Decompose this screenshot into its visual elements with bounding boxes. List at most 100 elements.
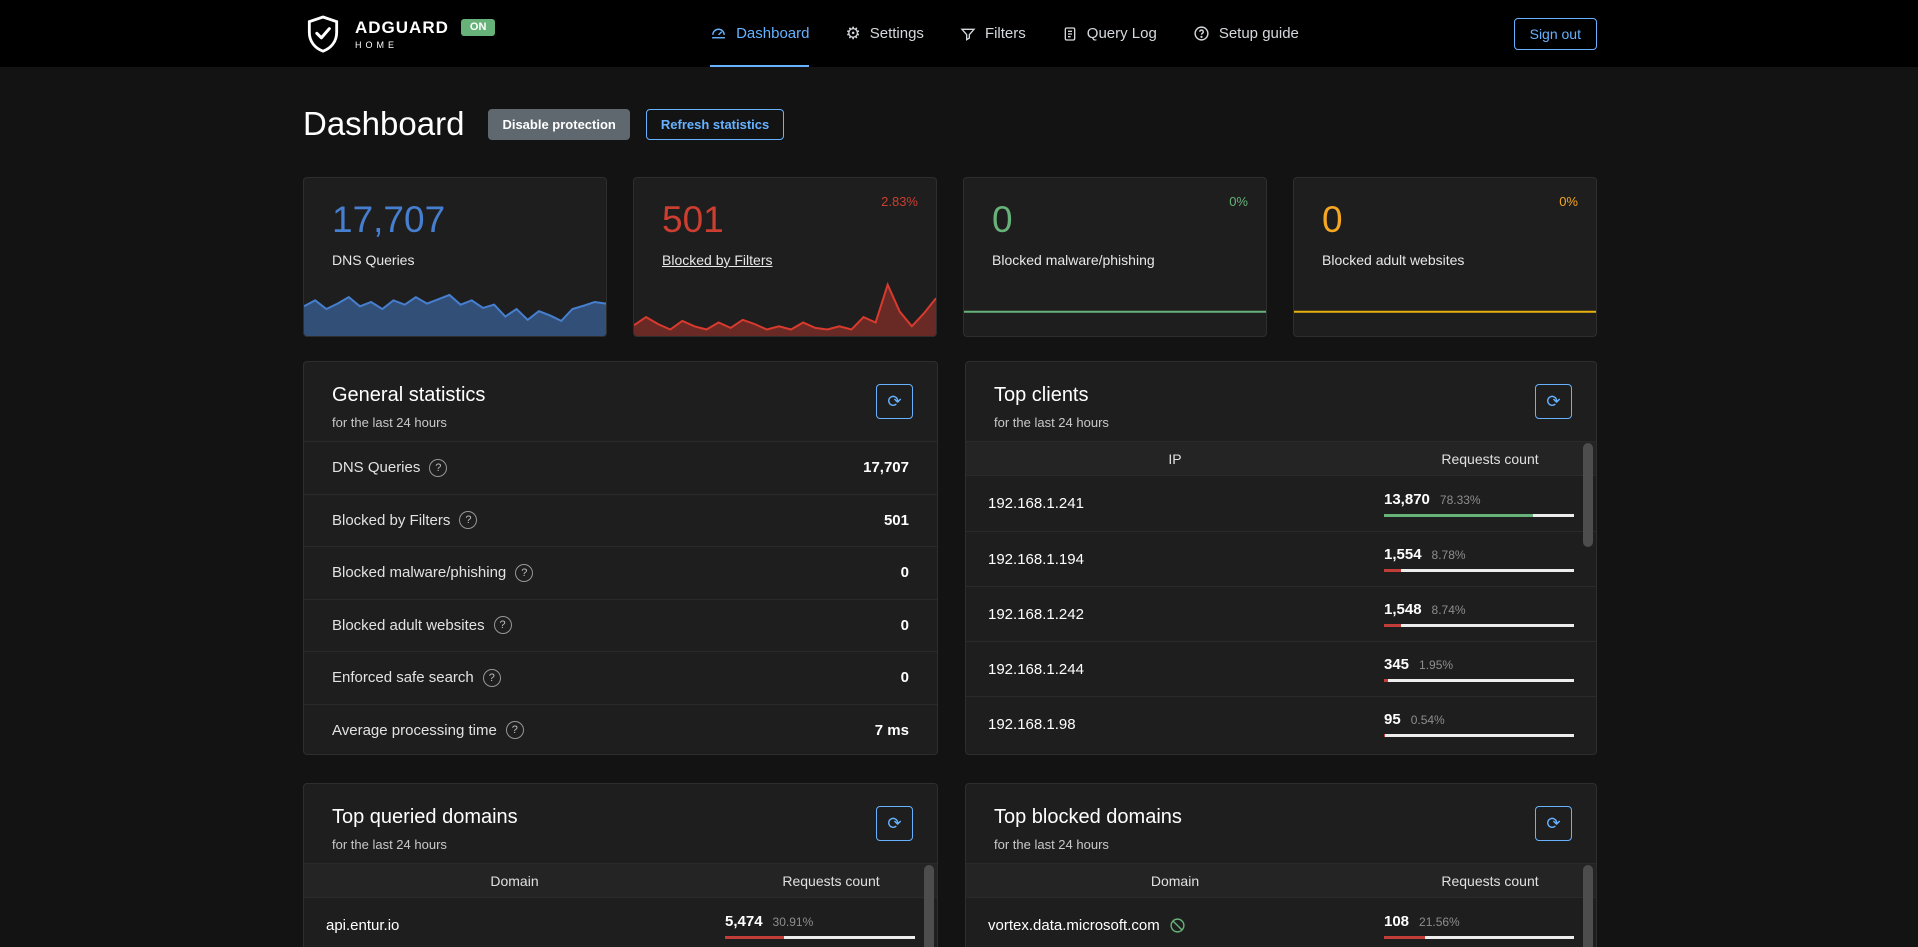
- stat-row: Blocked by Filters?501: [304, 494, 937, 547]
- stat-label: Blocked adult websites?: [332, 616, 512, 634]
- column-header-requests-count: Requests count: [725, 873, 937, 889]
- stat-row: Average processing time?7 ms: [304, 704, 937, 756]
- count-percent: 0.54%: [1411, 713, 1445, 727]
- document-icon: [1062, 26, 1078, 42]
- panel-title: Top clients: [994, 384, 1568, 407]
- nav-item-dashboard[interactable]: Dashboard: [710, 0, 809, 67]
- refresh-top-blocked-domains-button[interactable]: ⟳: [1535, 806, 1572, 841]
- nav-label: Dashboard: [736, 25, 809, 42]
- stat-value: 0: [901, 669, 909, 686]
- refresh-statistics-button[interactable]: Refresh statistics: [646, 109, 784, 140]
- count-value: 95: [1384, 711, 1401, 728]
- stat-card-blocked-adult-websites: 0%0Blocked adult websites: [1293, 177, 1597, 337]
- column-header-requests-count: Requests count: [1384, 873, 1596, 889]
- nav-item-query-log[interactable]: Query Log: [1062, 0, 1157, 67]
- help-icon[interactable]: ?: [459, 511, 477, 529]
- stat-card-blocked-malware-phishing: 0% 0 Blocked malware/phishing: [963, 177, 1267, 337]
- help-icon[interactable]: ?: [515, 564, 533, 582]
- progress-bar: [1384, 569, 1574, 572]
- help-icon[interactable]: ?: [494, 616, 512, 634]
- client-ip[interactable]: 192.168.1.241: [988, 495, 1384, 512]
- refresh-icon: ⟳: [1546, 392, 1560, 412]
- top-blocked-domains-panel: ⟳ Top blocked domains for the last 24 ho…: [965, 783, 1597, 947]
- refresh-general-statistics-button[interactable]: ⟳: [876, 384, 913, 419]
- panel-subtitle: for the last 24 hours: [994, 415, 1568, 430]
- requests-count-cell: 13,87078.33%: [1384, 491, 1574, 517]
- sign-out-button[interactable]: Sign out: [1514, 18, 1597, 50]
- scrollbar-thumb[interactable]: [1583, 443, 1593, 547]
- card-value: 0: [992, 200, 1013, 241]
- client-ip[interactable]: 192.168.1.244: [988, 661, 1384, 678]
- client-ip[interactable]: 192.168.1.98: [988, 716, 1384, 733]
- nav-item-filters[interactable]: Filters: [960, 0, 1026, 67]
- count-value: 108: [1384, 913, 1409, 930]
- table-header: Domain Requests count: [966, 863, 1596, 898]
- progress-bar: [1384, 624, 1574, 627]
- brand-subtitle: HOME: [355, 40, 495, 50]
- panel-title: Top blocked domains: [994, 806, 1568, 829]
- general-stats-rows: DNS Queries?17,707Blocked by Filters?501…: [304, 441, 937, 755]
- card-value: 501: [662, 200, 724, 241]
- domain-name[interactable]: vortex.data.microsoft.com: [988, 917, 1384, 934]
- card-label: Blocked malware/phishing: [992, 252, 1155, 268]
- scrollbar-thumb[interactable]: [924, 865, 934, 947]
- refresh-top-clients-button[interactable]: ⟳: [1535, 384, 1572, 419]
- help-icon[interactable]: ?: [483, 669, 501, 687]
- blocked-icon: [1169, 917, 1186, 934]
- nav-item-settings[interactable]: ⚙ Settings: [845, 0, 923, 67]
- panel-title: Top queried domains: [332, 806, 909, 829]
- page-header: Dashboard Disable protection Refresh sta…: [303, 67, 1597, 143]
- refresh-icon: ⟳: [1546, 814, 1560, 834]
- card-label[interactable]: Blocked by Filters: [662, 252, 772, 268]
- protection-status-badge: ON: [461, 19, 496, 36]
- panel-subtitle: for the last 24 hours: [994, 837, 1568, 852]
- sparkline-chart: [964, 282, 1266, 336]
- scrollbar-thumb[interactable]: [1583, 865, 1593, 947]
- count-percent: 30.91%: [773, 915, 814, 929]
- nav-label: Settings: [870, 25, 924, 42]
- stat-value: 0: [901, 564, 909, 581]
- card-label: DNS Queries: [332, 252, 414, 268]
- domain-name[interactable]: api.entur.io: [326, 917, 725, 934]
- nav-label: Setup guide: [1219, 25, 1299, 42]
- table-row: 192.168.1.9895 0.54%: [966, 696, 1596, 751]
- count-percent: 78.33%: [1440, 493, 1481, 507]
- table-row: vortex.data.microsoft.com108 21.56%: [966, 898, 1596, 947]
- refresh-icon: ⟳: [887, 392, 901, 412]
- adguard-logo: ADGUARD ON HOME: [303, 0, 495, 67]
- card-percent: 2.83%: [881, 194, 918, 209]
- card-value: 0: [1322, 200, 1343, 241]
- client-ip[interactable]: 192.168.1.194: [988, 551, 1384, 568]
- table-row: api.entur.io5,47430.91%: [304, 898, 937, 947]
- brand-name: ADGUARD: [355, 18, 449, 38]
- funnel-icon: [960, 26, 976, 42]
- general-statistics-panel: ⟳ General statistics for the last 24 hou…: [303, 361, 938, 755]
- stat-label: DNS Queries?: [332, 459, 447, 477]
- count-percent: 21.56%: [1419, 915, 1460, 929]
- help-icon[interactable]: ?: [429, 459, 447, 477]
- stat-row: DNS Queries?17,707: [304, 441, 937, 494]
- count-value: 1,548: [1384, 601, 1422, 618]
- panel-title: General statistics: [332, 384, 909, 407]
- table-header: Domain Requests count: [304, 863, 937, 898]
- table-row: 192.168.1.2421,5488.74%: [966, 586, 1596, 641]
- stat-card-dns-queries: 17,707DNS Queries: [303, 177, 607, 337]
- nav-item-setup-guide[interactable]: Setup guide: [1193, 0, 1299, 67]
- table-row: 192.168.1.2443451.95%: [966, 641, 1596, 696]
- shield-logo-icon: [303, 14, 343, 54]
- count-percent: 1.95%: [1419, 658, 1453, 672]
- help-icon[interactable]: ?: [506, 721, 524, 739]
- stat-row: Blocked adult websites?0: [304, 599, 937, 652]
- card-percent: 0%: [1229, 194, 1248, 209]
- client-ip[interactable]: 192.168.1.242: [988, 606, 1384, 623]
- dashboard-icon: [710, 25, 727, 42]
- progress-bar: [725, 936, 915, 939]
- nav-label: Filters: [985, 25, 1026, 42]
- stat-label: Average processing time?: [332, 721, 524, 739]
- sparkline-chart: [634, 282, 936, 336]
- progress-bar: [1384, 936, 1574, 939]
- disable-protection-button[interactable]: Disable protection: [488, 109, 629, 140]
- refresh-top-queried-domains-button[interactable]: ⟳: [876, 806, 913, 841]
- requests-count-cell: 95 0.54%: [1384, 711, 1574, 737]
- top-queried-domains-rows: api.entur.io5,47430.91%: [304, 898, 937, 947]
